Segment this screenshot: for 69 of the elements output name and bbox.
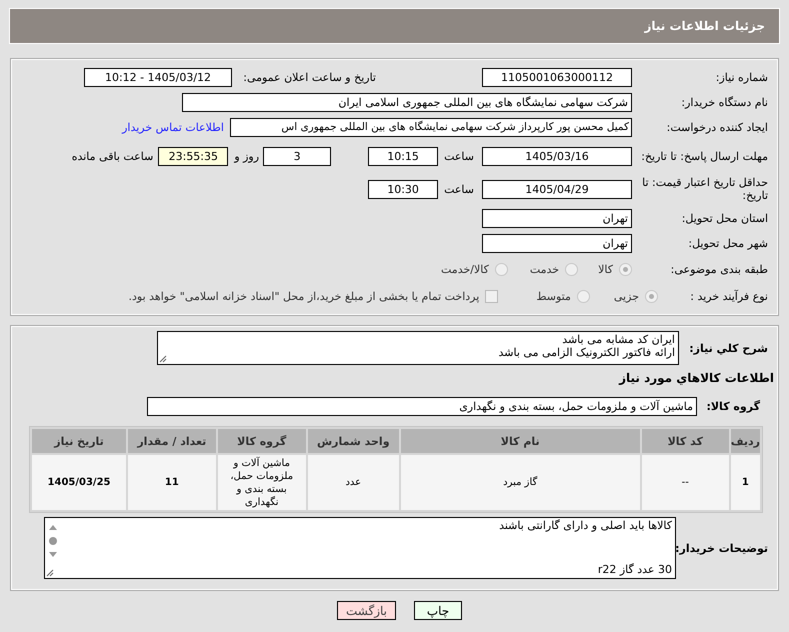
radio-button[interactable] (494, 262, 508, 276)
announce-date-field: 1405/03/12 - 10:12 (84, 68, 232, 86)
field-label: شهر محل تحویل: (687, 236, 769, 250)
checkbox[interactable] (485, 290, 498, 302)
date-field: 1405/03/16 (482, 146, 632, 166)
option-label: خدمت (530, 262, 560, 276)
page-title: جزئیات اطلاعات نیاز (644, 19, 765, 33)
column-header: تاریخ نیاز (32, 429, 126, 453)
option-label: متوسط (536, 290, 571, 302)
buyer-org-field: شرکت سهامی نمایشگاه های بین المللی جمهوری اسلامی ایران (182, 92, 632, 112)
field-label: تاریخ و ساعت اعلان عمومی: (242, 70, 377, 84)
column-header: نام کالا (400, 429, 640, 453)
text-line: 30 عدد گاز r22 (598, 563, 672, 576)
time-field: 10:15 (368, 146, 438, 166)
field-label: شرح کلي نياز: (688, 342, 769, 354)
field-label: حداقل تاریخ اعتبار قیمت: تا تاریخ: (641, 176, 769, 202)
back-button[interactable]: بازگشت (337, 601, 396, 620)
province-field: تهران (482, 208, 632, 228)
field-label: نوع فرآیند خرید : (689, 290, 769, 302)
payment-option-label: پرداخت تمام یا بخشی از مبلغ خرید،از محل "اسناد خزانه اسلامی" خواهد بود. (128, 290, 480, 302)
option-label: جزیی (614, 290, 639, 302)
table-cell: 11 (128, 455, 216, 510)
resize-grip-icon (46, 569, 54, 577)
table-cell: -- (642, 455, 729, 510)
radio-button[interactable] (645, 290, 658, 302)
field-label: استان محل تحویل: (680, 212, 769, 224)
need-number-field: 1105001063000112 (482, 68, 632, 86)
column-header: واحد شمارش (308, 429, 399, 453)
contact-link[interactable]: اطلاعات تماس خریدار (122, 120, 224, 134)
column-header: ردیف (730, 429, 760, 453)
description-field[interactable]: ایران کد مشابه می باشد ارائه فاکتور الکترونیک الزامی می باشد (157, 331, 679, 365)
time-label: ساعت (444, 150, 474, 162)
column-header: کد کالا (642, 429, 729, 453)
remaining-label: ساعت باقی مانده (72, 150, 154, 162)
radio-button[interactable] (565, 262, 578, 276)
time-field: 10:30 (368, 180, 438, 198)
field-label: ایجاد کننده درخواست: (666, 120, 769, 134)
days-label: روز و (234, 150, 260, 162)
time-label: ساعت (444, 182, 474, 196)
buyer-notes-field[interactable]: کالاها باید اصلی و دارای گارانتی باشند 30 عدد گاز r22 (44, 517, 676, 579)
table-cell: عدد (308, 455, 399, 510)
field-label: مهلت ارسال پاسخ: تا تاریخ: (640, 150, 769, 162)
print-button[interactable]: چاپ (414, 601, 462, 620)
column-header: گروه کالا (218, 429, 306, 453)
table-cell: گاز مبرد (400, 455, 640, 510)
field-label: طبقه بندی موضوعی: (670, 262, 769, 276)
radio-button[interactable] (619, 262, 632, 276)
option-label: کالا (598, 262, 613, 276)
requester-field: کمیل محسن پور کارپرداز شرکت سهامی نمایشگاه های بین المللی جمهوری اس (230, 118, 632, 136)
field-label: شماره نیاز: (714, 70, 769, 84)
column-header: تعداد / مقدار (128, 429, 216, 453)
table-cell: 1 (730, 455, 760, 510)
field-label: نام دستگاه خریدار: (680, 96, 769, 108)
resize-grip-icon (159, 355, 167, 363)
date-field: 1405/04/29 (482, 180, 632, 198)
remaining-time-field: 23:55:35 (158, 146, 228, 166)
option-label: کالا/خدمت (441, 262, 489, 276)
goods-group-field: ماشین آلات و ملزومات حمل، بسته بندی و نگهداری (147, 396, 697, 416)
table-cell: 1405/03/25 (32, 455, 126, 510)
scroll-arrows-icon (47, 524, 59, 558)
radio-button[interactable] (576, 290, 590, 302)
text-line: ایران کد مشابه می باشد (562, 333, 675, 346)
city-field: تهران (482, 234, 632, 252)
section-heading: اطلاعات کالاهاي مورد نياز (619, 371, 774, 385)
field-label: توضیحات خریدار: (674, 542, 769, 554)
text-line: کالاها باید اصلی و دارای گارانتی باشند (499, 519, 672, 532)
text-line: ارائه فاکتور الکترونیک الزامی می باشد (498, 346, 675, 359)
table-cell: ماشین آلات و ملزومات حمل، بسته بندی و نگهداری (218, 455, 306, 510)
days-field: 3 (263, 146, 332, 166)
